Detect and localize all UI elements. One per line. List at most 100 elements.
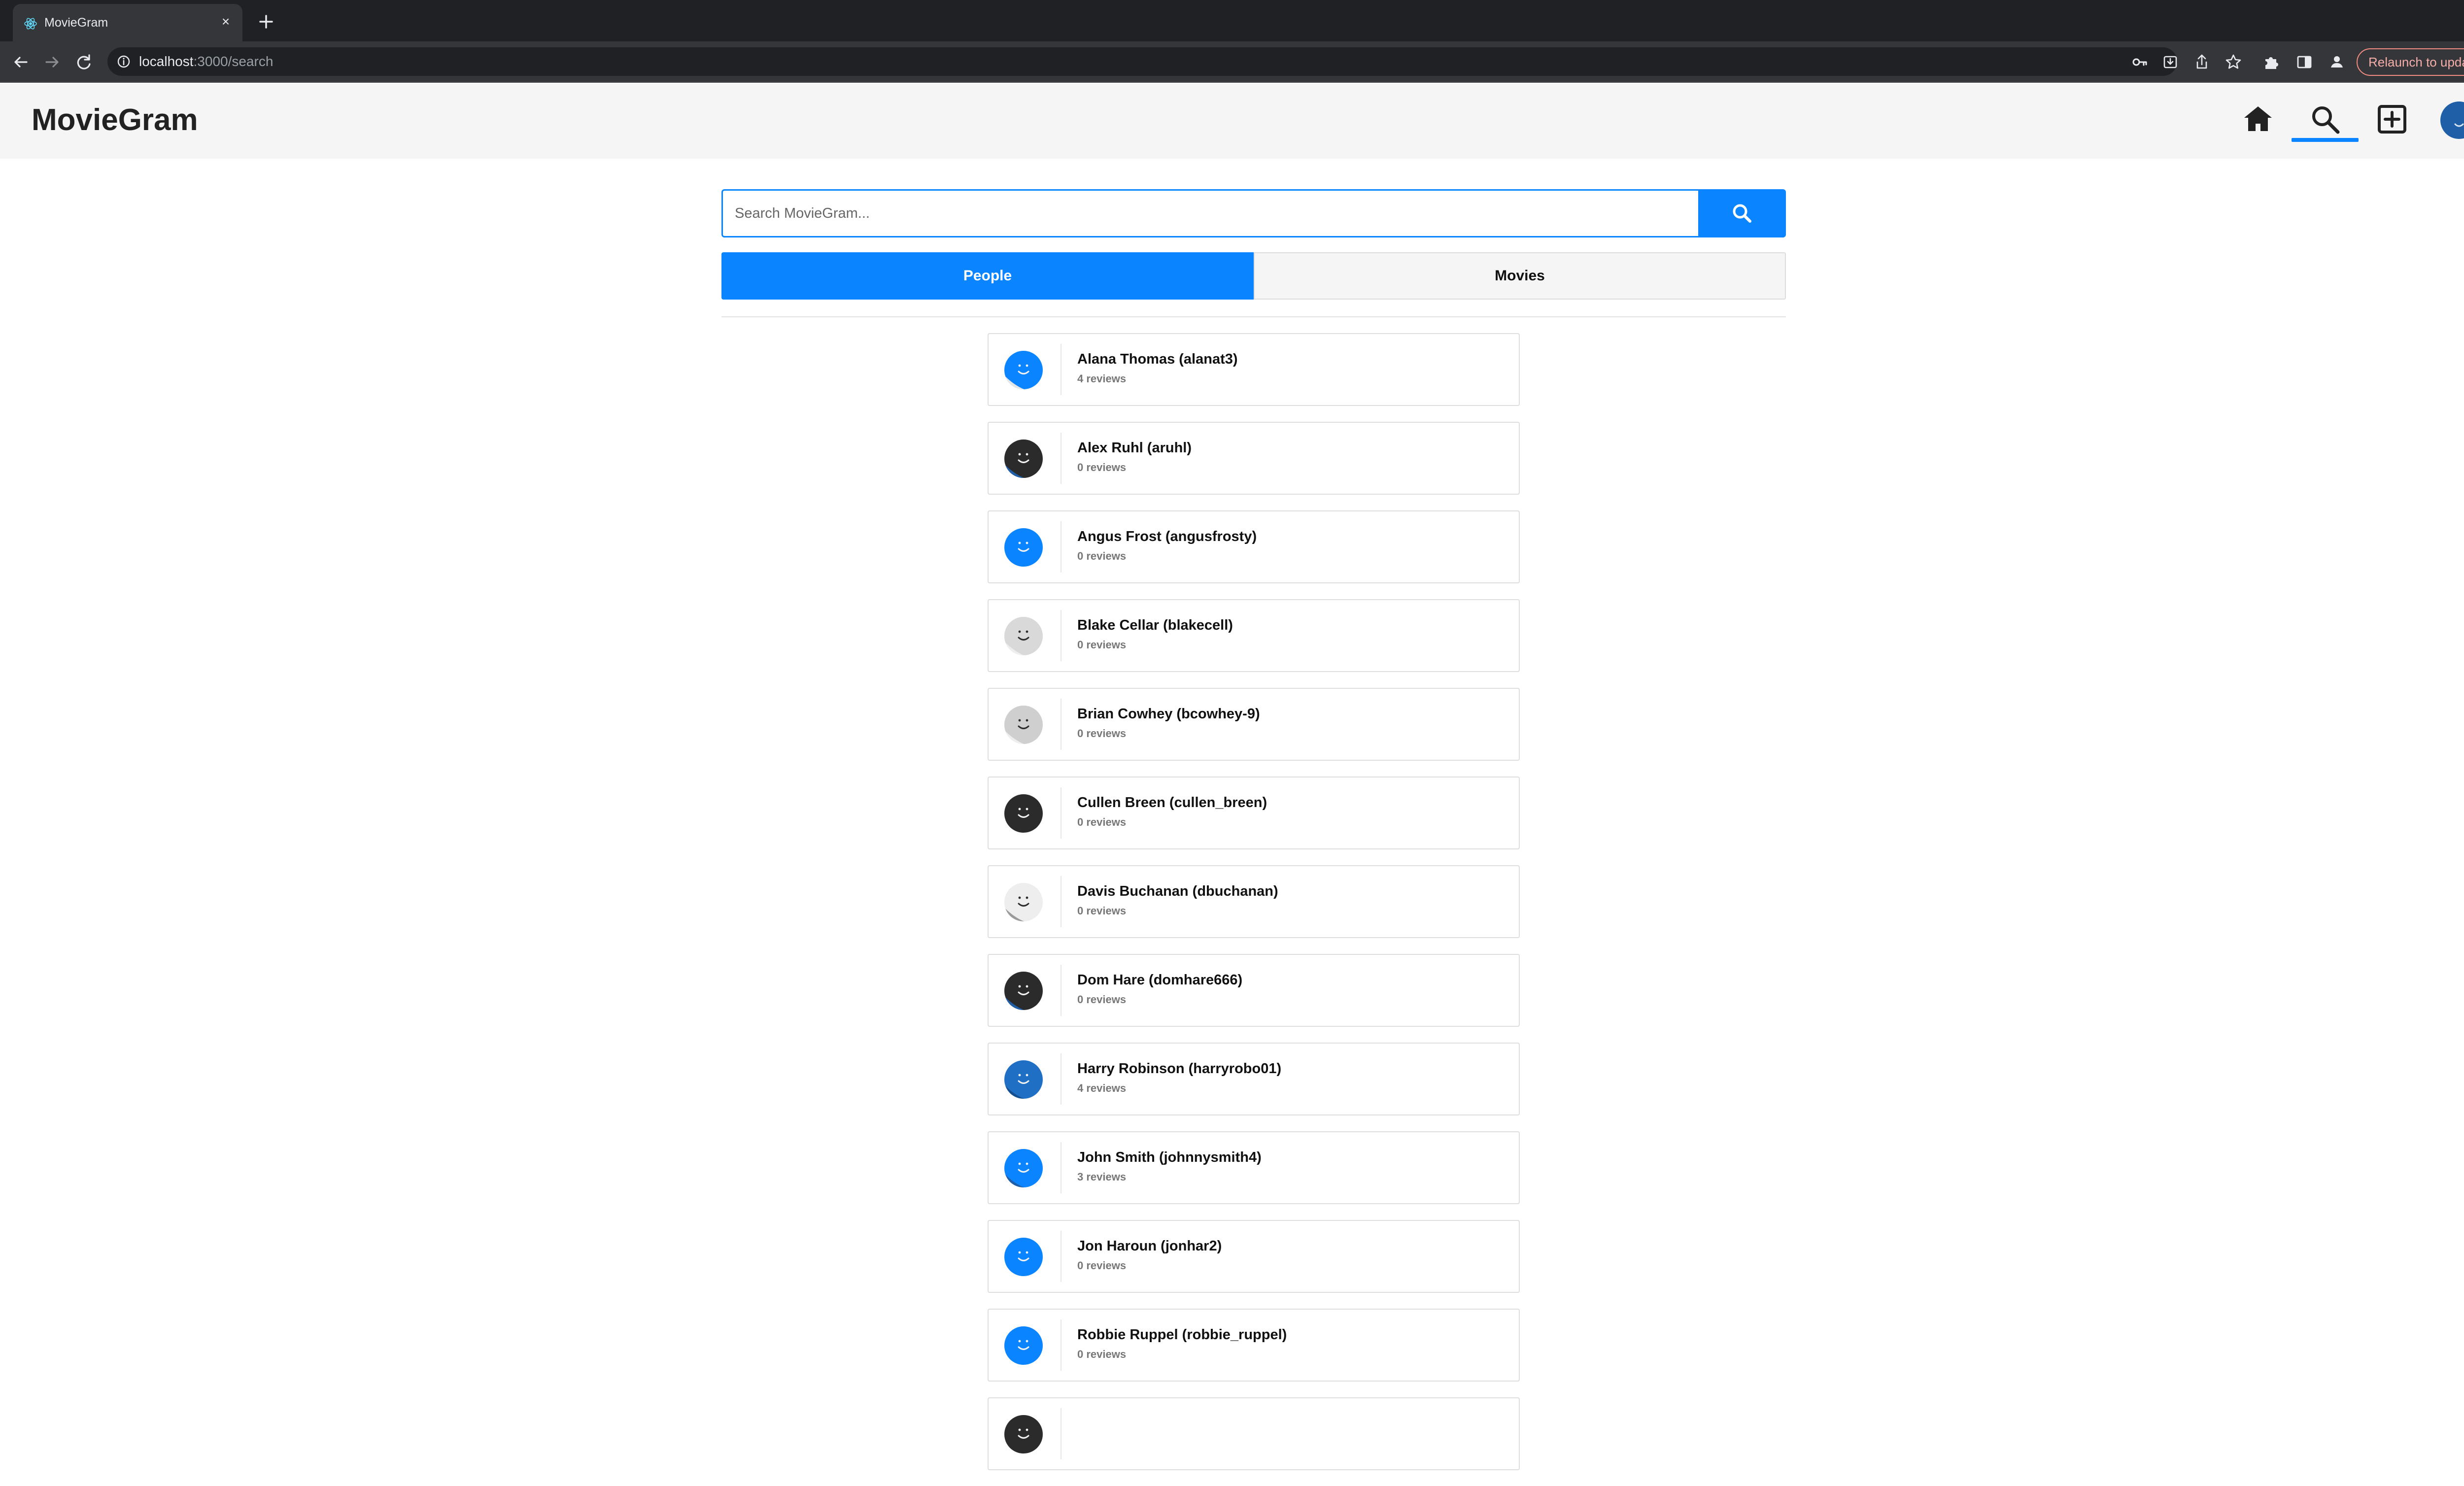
person-name[interactable]: Brian Cowhey (bcowhey-9)	[1077, 706, 1260, 722]
people-list: Alana Thomas (alanat3) 4 reviews Alex Ru…	[988, 333, 1520, 1486]
add-box-icon[interactable]	[2374, 101, 2410, 137]
forward-arrow-icon[interactable]	[42, 52, 62, 72]
person-avatar[interactable]	[1004, 351, 1043, 389]
person-avatar[interactable]	[1004, 1415, 1043, 1453]
person-avatar[interactable]	[1004, 1238, 1043, 1276]
extensions-puzzle-icon[interactable]	[2261, 52, 2281, 72]
person-name[interactable]: Alex Ruhl (aruhl)	[1077, 439, 1192, 456]
person-review-count: 0 reviews	[1077, 639, 1127, 651]
smiley-avatar-icon	[1004, 351, 1043, 389]
person-name[interactable]: Robbie Ruppel (robbie_ruppel)	[1077, 1326, 1287, 1343]
person-card[interactable]: Alex Ruhl (aruhl) 0 reviews	[988, 422, 1520, 495]
person-card[interactable]: Harry Robinson (harryrobo01) 4 reviews	[988, 1043, 1520, 1115]
divider	[721, 316, 1786, 317]
browser-tab[interactable]: MovieGram ×	[13, 4, 242, 41]
person-name[interactable]: Angus Frost (angusfrosty)	[1077, 528, 1257, 545]
key-icon[interactable]	[2130, 52, 2150, 72]
smiley-avatar-icon	[1004, 528, 1043, 567]
person-avatar[interactable]	[1004, 794, 1043, 833]
relaunch-label: Relaunch to update	[2368, 55, 2464, 69]
person-review-count: 0 reviews	[1077, 727, 1127, 740]
person-review-count: 4 reviews	[1077, 372, 1127, 385]
side-panel-icon[interactable]	[2294, 52, 2314, 72]
bookmark-star-icon[interactable]	[2224, 52, 2243, 72]
tab-movies[interactable]: Movies	[1254, 252, 1786, 300]
person-card[interactable]: Dom Hare (domhare666) 0 reviews	[988, 954, 1520, 1027]
person-review-count: 4 reviews	[1077, 1082, 1127, 1094]
person-name[interactable]: John Smith (johnnysmith4)	[1077, 1149, 1262, 1166]
person-review-count: 0 reviews	[1077, 816, 1127, 828]
address-bar[interactable]: localhost:3000/search	[107, 47, 2177, 76]
person-card[interactable]: Blake Cellar (blakecell) 0 reviews	[988, 599, 1520, 672]
search-icon	[1733, 204, 1751, 223]
person-name[interactable]: Alana Thomas (alanat3)	[1077, 351, 1238, 368]
app-header: MovieGram	[0, 84, 2464, 159]
person-avatar[interactable]	[1004, 972, 1043, 1010]
person-review-count: 0 reviews	[1077, 461, 1127, 473]
tab-title: MovieGram	[44, 16, 108, 30]
person-name[interactable]: Cullen Breen (cullen_breen)	[1077, 794, 1267, 811]
active-nav-indicator	[2292, 138, 2359, 142]
person-review-count: 0 reviews	[1077, 1348, 1127, 1360]
person-card[interactable]: Brian Cowhey (bcowhey-9) 0 reviews	[988, 688, 1520, 761]
reload-icon[interactable]	[74, 52, 94, 72]
person-card[interactable]: John Smith (johnnysmith4) 3 reviews	[988, 1131, 1520, 1204]
smiley-avatar-icon	[1004, 972, 1043, 1010]
person-card[interactable]: Davis Buchanan (dbuchanan) 0 reviews	[988, 865, 1520, 938]
person-name[interactable]: Blake Cellar (blakecell)	[1077, 617, 1233, 634]
person-review-count: 0 reviews	[1077, 993, 1127, 1006]
url-text: localhost:3000/search	[139, 54, 274, 69]
smiley-avatar-icon	[2454, 123, 2464, 127]
smiley-avatar-icon	[1004, 794, 1043, 833]
smiley-avatar-icon	[1004, 1238, 1043, 1276]
new-tab-icon[interactable]	[256, 12, 276, 32]
search-input[interactable]	[721, 189, 1698, 237]
person-avatar[interactable]	[1004, 617, 1043, 655]
person-avatar[interactable]	[1004, 1060, 1043, 1099]
profile-icon[interactable]	[2327, 52, 2347, 72]
smiley-avatar-icon	[1004, 439, 1043, 478]
person-review-count: 0 reviews	[1077, 550, 1127, 562]
smiley-avatar-icon	[1004, 1149, 1043, 1187]
profile-avatar[interactable]	[2440, 101, 2464, 139]
home-icon[interactable]	[2240, 101, 2276, 137]
person-card[interactable]: Jon Haroun (jonhar2) 0 reviews	[988, 1220, 1520, 1293]
react-favicon-icon	[24, 18, 37, 30]
person-avatar[interactable]	[1004, 528, 1043, 567]
smiley-avatar-icon	[1004, 1326, 1043, 1365]
browser-tabstrip: MovieGram ×	[0, 0, 2464, 41]
person-card[interactable]: Cullen Breen (cullen_breen) 0 reviews	[988, 777, 1520, 849]
smiley-avatar-icon	[1004, 1415, 1043, 1453]
relaunch-to-update-button[interactable]: Relaunch to update ⋮	[2357, 48, 2464, 76]
person-card[interactable]: Alana Thomas (alanat3) 4 reviews	[988, 333, 1520, 406]
close-tab-icon[interactable]: ×	[218, 14, 234, 30]
person-review-count: 3 reviews	[1077, 1171, 1127, 1183]
search-button[interactable]	[1698, 189, 1786, 237]
smiley-avatar-icon	[1004, 1060, 1043, 1099]
person-avatar[interactable]	[1004, 1326, 1043, 1365]
back-arrow-icon[interactable]	[11, 52, 31, 72]
search-bar	[721, 189, 1786, 237]
browser-toolbar: localhost:3000/search Relaunch to update…	[0, 41, 2464, 83]
person-name[interactable]: Davis Buchanan (dbuchanan)	[1077, 883, 1278, 900]
person-card[interactable]: Angus Frost (angusfrosty) 0 reviews	[988, 510, 1520, 583]
person-avatar[interactable]	[1004, 439, 1043, 478]
person-card[interactable]: Robbie Ruppel (robbie_ruppel) 0 reviews	[988, 1309, 1520, 1382]
search-icon[interactable]	[2307, 101, 2343, 137]
install-app-icon[interactable]	[2160, 52, 2180, 72]
person-avatar[interactable]	[1004, 883, 1043, 921]
person-card[interactable]	[988, 1397, 1520, 1470]
smiley-avatar-icon	[1004, 706, 1043, 744]
smiley-avatar-icon	[1004, 883, 1043, 921]
person-review-count: 0 reviews	[1077, 1259, 1127, 1272]
person-avatar[interactable]	[1004, 1149, 1043, 1187]
person-name[interactable]: Dom Hare (domhare666)	[1077, 972, 1242, 988]
person-avatar[interactable]	[1004, 706, 1043, 744]
person-name[interactable]: Harry Robinson (harryrobo01)	[1077, 1060, 1281, 1077]
app-logo[interactable]: MovieGram	[32, 102, 198, 138]
person-review-count: 0 reviews	[1077, 905, 1127, 917]
tab-people[interactable]: People	[721, 252, 1254, 300]
share-icon[interactable]	[2192, 52, 2212, 72]
site-info-icon[interactable]	[116, 54, 131, 69]
person-name[interactable]: Jon Haroun (jonhar2)	[1077, 1238, 1222, 1254]
